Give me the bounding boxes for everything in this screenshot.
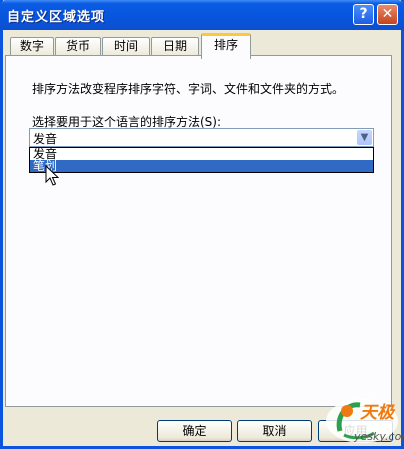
title-bar[interactable]: 自定义区域选项 ? ✕ <box>0 0 404 30</box>
sorting-panel <box>5 55 392 407</box>
sort-option-pronunciation[interactable]: 发音 <box>30 148 373 160</box>
sort-method-value: 发音 <box>33 132 58 146</box>
tab-currency[interactable]: 货币 <box>55 37 101 56</box>
tab-time[interactable]: 时间 <box>102 37 150 56</box>
cancel-button[interactable]: 取消 <box>237 420 312 442</box>
sorting-description: 排序方法改变程序排序字符、字词、文件和文件夹的方式。 <box>32 82 345 96</box>
close-button[interactable]: ✕ <box>377 4 398 25</box>
window-title: 自定义区域选项 <box>7 10 106 25</box>
sort-method-dropdown-list: 发音 笔划 <box>29 147 374 173</box>
tab-numbers[interactable]: 数字 <box>10 37 54 56</box>
tab-date[interactable]: 日期 <box>151 37 199 56</box>
chevron-down-icon[interactable]: ▼ <box>357 130 372 145</box>
help-button[interactable]: ? <box>353 4 374 25</box>
watermark-url: yesky.com <box>354 430 404 443</box>
sort-option-stroke[interactable]: 笔划 <box>30 160 373 172</box>
tab-sorting[interactable]: 排序 <box>201 33 251 59</box>
watermark-name: 天极 <box>360 403 394 423</box>
sort-method-select[interactable]: 发音 ▼ <box>29 128 374 147</box>
ok-button[interactable]: 确定 <box>157 420 232 442</box>
mouse-pointer-icon <box>45 165 59 186</box>
